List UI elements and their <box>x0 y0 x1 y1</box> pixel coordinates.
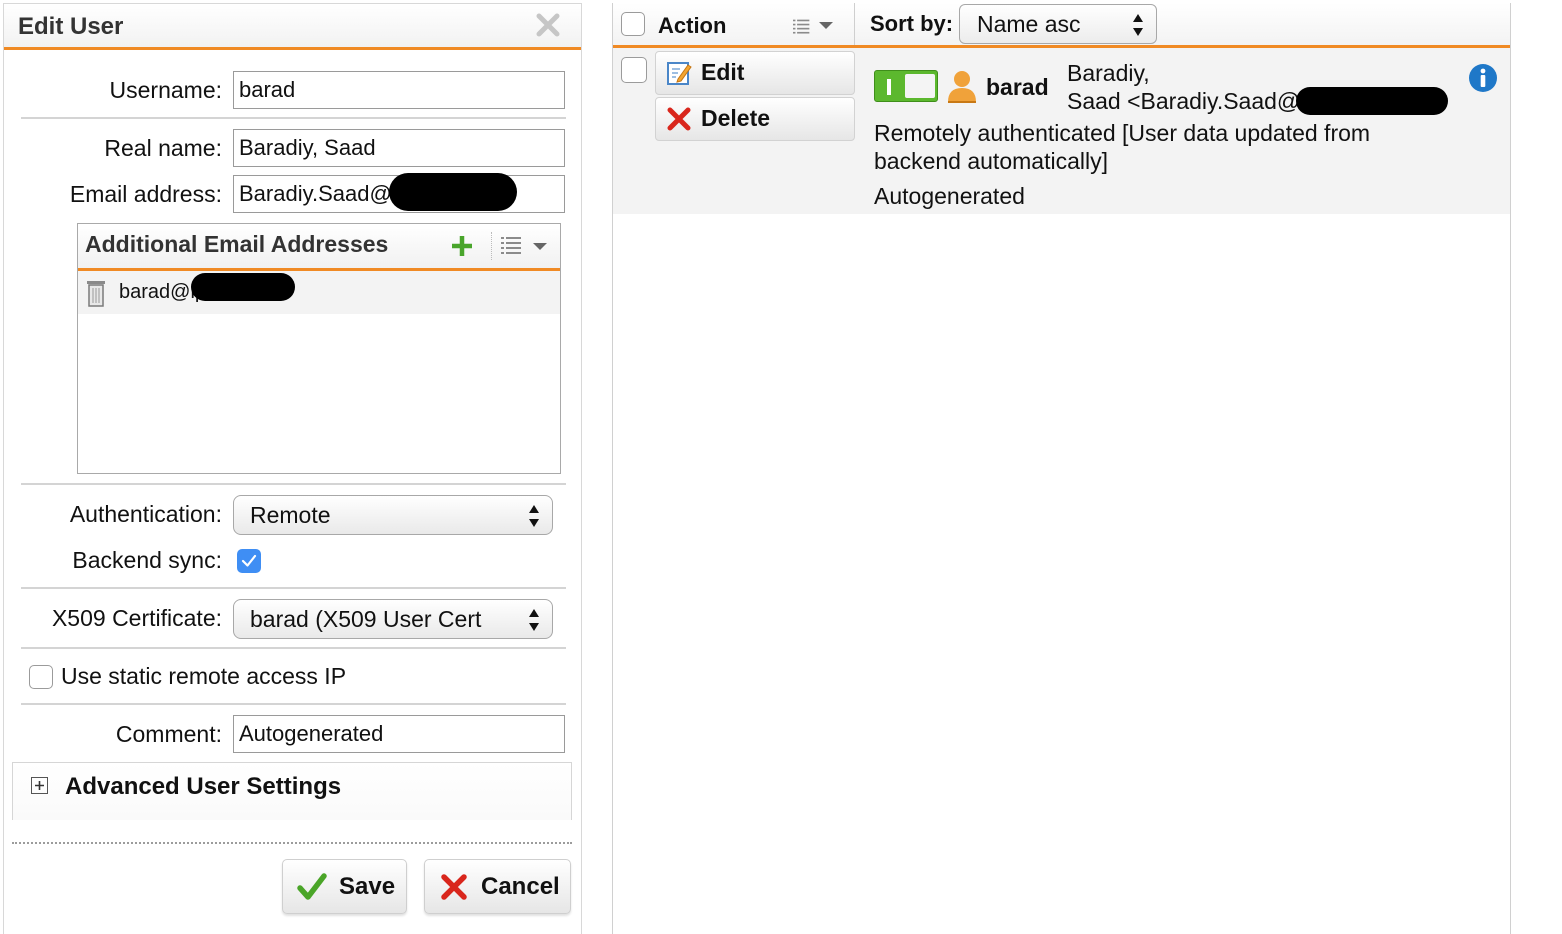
trash-icon[interactable] <box>85 278 107 308</box>
realname-label: Real name: <box>104 135 222 161</box>
advanced-settings-panel[interactable]: Advanced User Settings <box>12 762 572 820</box>
x509-label: X509 Certificate: <box>51 605 222 631</box>
sort-by-label: Sort by: <box>870 11 954 36</box>
divider <box>21 703 566 705</box>
user-list-panel: Action Sort by: Name asc Edit Delete bar… <box>612 3 1511 934</box>
user-name: barad <box>986 74 1049 100</box>
cancel-button[interactable]: Cancel <box>424 859 571 914</box>
divider <box>12 842 572 844</box>
cancel-button-label: Cancel <box>481 873 560 900</box>
dialog-title: Edit User <box>18 13 124 40</box>
list-toolbar: Action Sort by: Name asc <box>613 3 1510 48</box>
add-icon[interactable] <box>450 234 474 258</box>
additional-email-title: Additional Email Addresses <box>85 231 389 257</box>
user-description: Remotely authenticated [User data update… <box>874 120 1371 174</box>
user-realname-line2: Saad <Baradiy.Saad@ <box>1067 88 1301 114</box>
dialog-header: Edit User <box>4 4 581 50</box>
divider <box>21 587 566 589</box>
chevron-down-icon[interactable] <box>533 243 547 250</box>
divider <box>21 647 566 649</box>
redaction-mark <box>191 273 295 301</box>
comment-field[interactable] <box>233 715 565 753</box>
info-icon[interactable] <box>1468 63 1498 93</box>
edit-button-label: Edit <box>701 59 745 85</box>
list-icon[interactable] <box>793 18 811 36</box>
updown-arrows-icon <box>529 505 539 527</box>
static-ip-checkbox[interactable] <box>29 665 53 689</box>
auth-select[interactable]: Remote <box>233 495 553 535</box>
auth-select-value: Remote <box>250 502 331 528</box>
x509-select-value: barad (X509 User Cert <box>250 606 482 632</box>
user-comment: Autogenerated <box>874 183 1025 209</box>
divider <box>21 117 566 119</box>
delete-button-label: Delete <box>701 105 771 131</box>
additional-email-box: Additional Email Addresses barad@ip <box>77 223 561 474</box>
divider <box>21 483 566 485</box>
backend-sync-checkbox[interactable] <box>237 549 261 573</box>
expand-icon[interactable] <box>31 777 48 794</box>
close-icon[interactable] <box>535 12 561 38</box>
list-item[interactable]: barad@ip <box>78 271 560 314</box>
sort-select[interactable]: Name asc <box>959 4 1157 44</box>
advanced-settings-label: Advanced User Settings <box>65 773 342 800</box>
backend-sync-label: Backend sync: <box>72 547 222 573</box>
save-button-label: Save <box>339 873 396 900</box>
divider <box>854 3 855 45</box>
edit-button[interactable]: Edit <box>655 51 855 95</box>
checkmark-icon <box>241 554 257 567</box>
toggle-bar <box>887 79 891 95</box>
cross-icon <box>667 107 691 131</box>
user-realname-line1: Baradiy, <box>1067 60 1150 86</box>
email-label: Email address: <box>69 181 222 207</box>
cross-icon <box>441 874 467 900</box>
checkmark-icon <box>297 873 327 900</box>
comment-label: Comment: <box>115 721 222 747</box>
toggle-knob <box>905 74 935 98</box>
list-icon[interactable] <box>501 236 523 256</box>
updown-arrows-icon <box>529 609 539 631</box>
chevron-down-icon[interactable] <box>819 22 833 29</box>
additional-email-header: Additional Email Addresses <box>78 224 560 271</box>
delete-button[interactable]: Delete <box>655 97 855 141</box>
username-label: Username: <box>109 77 222 103</box>
table-row[interactable]: Edit Delete barad Baradiy, Saad <Baradiy… <box>613 48 1510 214</box>
username-field[interactable] <box>233 71 565 109</box>
redaction-mark <box>1296 87 1448 115</box>
edit-icon <box>667 62 692 85</box>
save-button[interactable]: Save <box>282 859 407 914</box>
row-checkbox[interactable] <box>621 57 647 83</box>
action-label: Action <box>658 13 727 38</box>
auth-label: Authentication: <box>69 501 222 527</box>
realname-field[interactable] <box>233 129 565 167</box>
redaction-mark <box>389 173 517 211</box>
static-ip-label: Use static remote access IP <box>61 663 347 689</box>
enabled-toggle[interactable] <box>874 70 938 102</box>
user-icon <box>948 71 976 103</box>
x509-select[interactable]: barad (X509 User Cert <box>233 599 553 639</box>
select-all-checkbox[interactable] <box>621 12 645 36</box>
divider <box>491 232 492 260</box>
updown-arrows-icon <box>1133 14 1143 36</box>
edit-user-dialog: Edit User Username: Real name: Email add… <box>3 3 582 934</box>
sort-select-value: Name asc <box>977 11 1081 37</box>
